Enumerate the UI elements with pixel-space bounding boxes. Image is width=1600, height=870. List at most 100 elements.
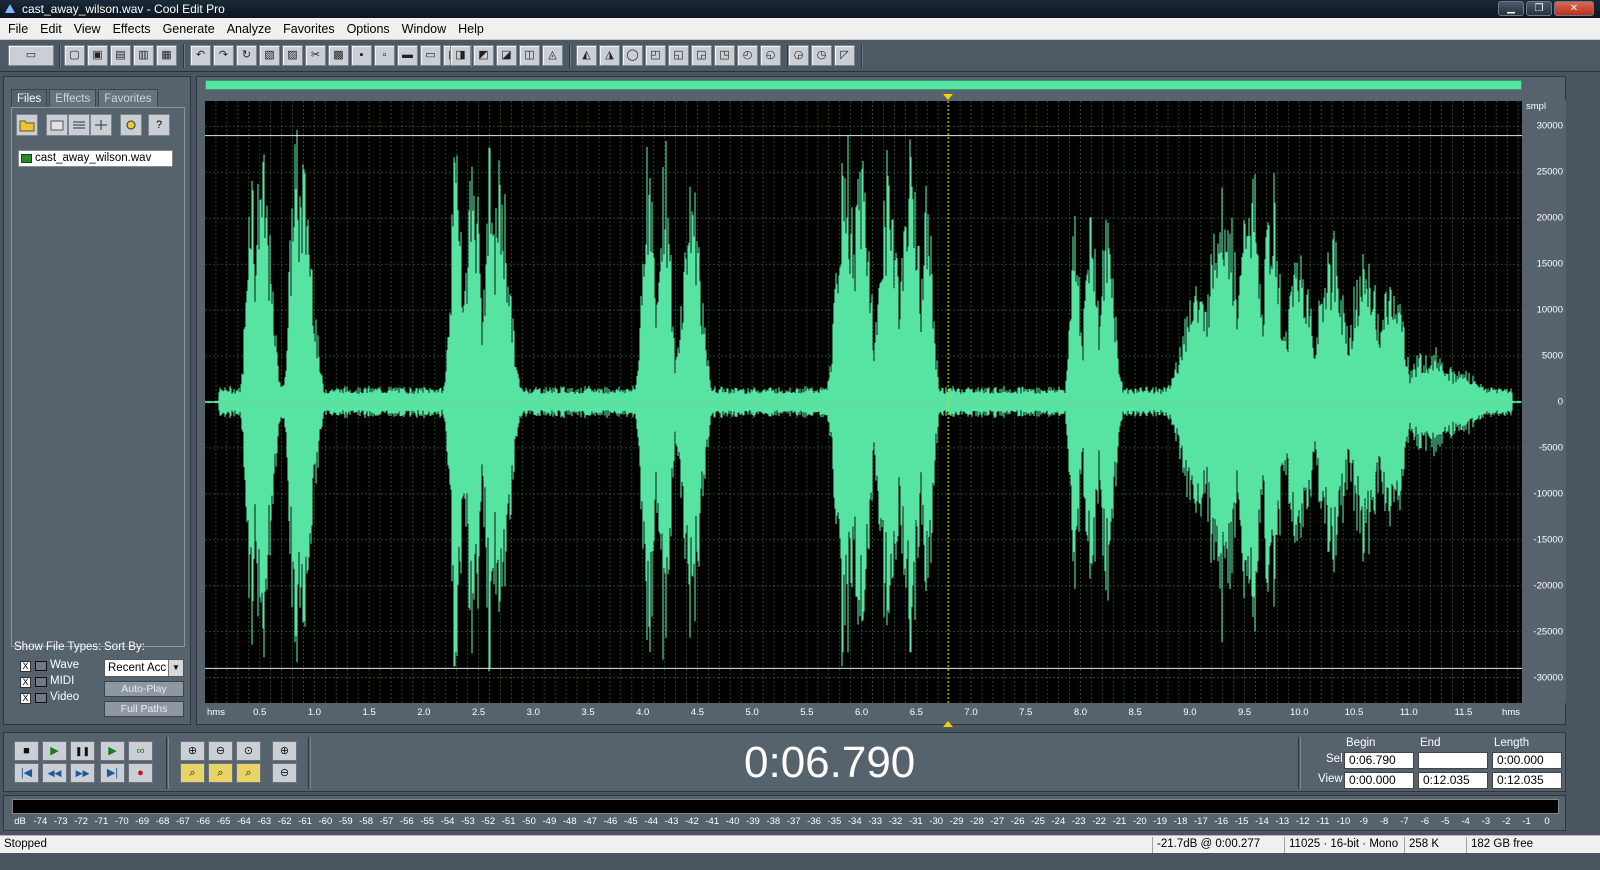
level-meter[interactable] bbox=[12, 799, 1559, 814]
zoom-settings-icon[interactable]: ◰ bbox=[645, 45, 666, 66]
metronome-icon[interactable]: ◲ bbox=[691, 45, 712, 66]
properties-icon[interactable]: ◬ bbox=[542, 45, 563, 66]
loop-button[interactable]: ∞ bbox=[128, 741, 153, 761]
rewind-button[interactable]: ◀◀ bbox=[42, 763, 67, 783]
zoom-to-left-edge-button[interactable]: ⌕ bbox=[208, 763, 233, 783]
edit-file-icon[interactable] bbox=[90, 114, 112, 136]
multitrack-icon[interactable]: ▭ bbox=[8, 45, 54, 66]
zoom-out-horizontal-button[interactable]: ⊖ bbox=[208, 741, 233, 761]
zoom-in-vertical-button[interactable]: ⊕ bbox=[272, 741, 297, 761]
menu-generate[interactable]: Generate bbox=[157, 19, 221, 39]
zoom-full-button[interactable]: ⊙ bbox=[236, 741, 261, 761]
file-settings-icon[interactable] bbox=[120, 114, 142, 136]
tab-favorites[interactable]: Favorites bbox=[98, 89, 158, 107]
menu-favorites[interactable]: Favorites bbox=[277, 19, 340, 39]
play-button[interactable]: ▶ bbox=[42, 741, 67, 761]
undo-icon[interactable]: ↶ bbox=[190, 45, 211, 66]
open-file-icon[interactable]: ▣ bbox=[87, 45, 108, 66]
waveform-display[interactable] bbox=[205, 101, 1522, 703]
frequency-analysis-icon[interactable]: ◱ bbox=[668, 45, 689, 66]
full-paths-button[interactable]: Full Paths bbox=[104, 701, 184, 717]
close-file-icon[interactable]: ▦ bbox=[156, 45, 177, 66]
x-tick-label: 4.0 bbox=[636, 707, 650, 718]
statistics-icon[interactable]: ◴ bbox=[737, 45, 758, 66]
batch-icon[interactable]: ◷ bbox=[811, 45, 832, 66]
play-list-icon[interactable]: ◫ bbox=[519, 45, 540, 66]
pause-button[interactable]: ❚❚ bbox=[70, 741, 95, 761]
settings-icon[interactable]: ◮ bbox=[599, 45, 620, 66]
stop-button[interactable]: ■ bbox=[14, 741, 39, 761]
snap-icon[interactable]: ◯ bbox=[622, 45, 643, 66]
waveform-view-icon[interactable]: ◨ bbox=[450, 45, 471, 66]
zoom-in-horizontal-button[interactable]: ⊕ bbox=[180, 741, 205, 761]
mix-paste-icon[interactable]: ▫ bbox=[374, 45, 395, 66]
zoom-to-selection-button[interactable]: ⌕ bbox=[180, 763, 205, 783]
delete-icon[interactable]: ▭ bbox=[420, 45, 441, 66]
go-to-end-button[interactable]: ▶| bbox=[100, 763, 125, 783]
menu-edit[interactable]: Edit bbox=[34, 19, 68, 39]
record-button[interactable]: ● bbox=[128, 763, 153, 783]
time-format-icon[interactable]: ◭ bbox=[576, 45, 597, 66]
redo-icon[interactable]: ↷ bbox=[213, 45, 234, 66]
close-file-icon[interactable] bbox=[46, 114, 68, 136]
waveform-panel: smpl 30000 25000 20000 15000 10000 5000 0 -5000… bbox=[196, 76, 1566, 727]
copy-icon[interactable]: ▨ bbox=[282, 45, 303, 66]
tab-effects[interactable]: Effects bbox=[49, 89, 97, 107]
auto-play-button[interactable]: Auto-Play bbox=[104, 681, 184, 697]
paste-icon[interactable]: ▩ bbox=[328, 45, 349, 66]
waveform-canvas[interactable] bbox=[205, 101, 1522, 703]
file-item[interactable]: cast_away_wilson.wav bbox=[18, 150, 173, 167]
zoom-to-right-edge-button[interactable]: ⌕ bbox=[236, 763, 261, 783]
maximize-button[interactable]: ❐ bbox=[1526, 1, 1552, 16]
paste-new-icon[interactable]: ▪ bbox=[351, 45, 372, 66]
video-checkbox[interactable]: X bbox=[20, 693, 31, 704]
new-file-icon[interactable]: ▢ bbox=[64, 45, 85, 66]
time-ruler[interactable]: hms hms 0.5 1.0 1.5 2.0 2.5 3.0 3.5 4.0 4.5 5.0 5.… bbox=[205, 703, 1522, 723]
go-to-beginning-button[interactable]: |◀ bbox=[14, 763, 39, 783]
view-end-field[interactable]: 0:12.035 bbox=[1418, 772, 1488, 789]
menu-window[interactable]: Window bbox=[396, 19, 452, 39]
tab-files[interactable]: Files bbox=[11, 89, 48, 107]
timecode-icon[interactable]: ◳ bbox=[714, 45, 735, 66]
scripts-icon[interactable]: ◶ bbox=[788, 45, 809, 66]
menu-effects[interactable]: Effects bbox=[107, 19, 157, 39]
menu-view[interactable]: View bbox=[68, 19, 107, 39]
midi-checkbox[interactable]: X bbox=[20, 677, 31, 688]
repeat-icon[interactable]: ↻ bbox=[236, 45, 257, 66]
overview-bar[interactable] bbox=[205, 80, 1522, 90]
sel-end-field[interactable] bbox=[1418, 752, 1488, 769]
play-to-end-button[interactable]: ▶ bbox=[100, 741, 125, 761]
meter-tick-label: -67 bbox=[176, 816, 190, 827]
view-begin-field[interactable]: 0:00.000 bbox=[1344, 772, 1414, 789]
meter-scale: dB -74 -73 -72 -71 -70 -69 -68 -67 -66 -65 -64 -63 -6… bbox=[12, 816, 1559, 830]
sel-begin-field[interactable]: 0:06.790 bbox=[1344, 752, 1414, 769]
marker-list-icon[interactable]: ◩ bbox=[473, 45, 494, 66]
midi-label: MIDI bbox=[50, 675, 75, 687]
close-button[interactable]: ✕ bbox=[1554, 1, 1594, 16]
save-as-icon[interactable]: ▥ bbox=[133, 45, 154, 66]
menu-analyze[interactable]: Analyze bbox=[221, 19, 277, 39]
zoom-out-vertical-button[interactable]: ⊖ bbox=[272, 763, 297, 783]
minimize-button[interactable]: ▁ bbox=[1498, 1, 1524, 16]
help-icon[interactable]: ? bbox=[148, 114, 170, 136]
trim-icon[interactable]: ▬ bbox=[397, 45, 418, 66]
sel-length-field[interactable]: 0:00.000 bbox=[1492, 752, 1562, 769]
cut-icon[interactable]: ✂ bbox=[305, 45, 326, 66]
view-length-field[interactable]: 0:12.035 bbox=[1492, 772, 1562, 789]
insert-into-multitrack-icon[interactable] bbox=[68, 114, 90, 136]
status-size: 258 K bbox=[1404, 837, 1439, 853]
menu-file[interactable]: File bbox=[2, 19, 34, 39]
open-file-icon[interactable] bbox=[16, 114, 38, 136]
cd-icon[interactable]: ◸ bbox=[834, 45, 855, 66]
sort-by-select[interactable]: Recent Acc ▼ bbox=[104, 659, 184, 677]
menu-options[interactable]: Options bbox=[341, 19, 396, 39]
fast-forward-button[interactable]: ▶▶ bbox=[70, 763, 95, 783]
cursor-marker-bottom[interactable] bbox=[943, 721, 954, 727]
save-icon[interactable]: ▤ bbox=[110, 45, 131, 66]
spectrum-icon[interactable]: ◵ bbox=[760, 45, 781, 66]
copy-to-new-icon[interactable]: ▧ bbox=[259, 45, 280, 66]
cue-list-icon[interactable]: ◪ bbox=[496, 45, 517, 66]
wave-checkbox[interactable]: X bbox=[20, 661, 31, 672]
cursor-marker-top[interactable] bbox=[943, 94, 954, 100]
menu-help[interactable]: Help bbox=[452, 19, 490, 39]
